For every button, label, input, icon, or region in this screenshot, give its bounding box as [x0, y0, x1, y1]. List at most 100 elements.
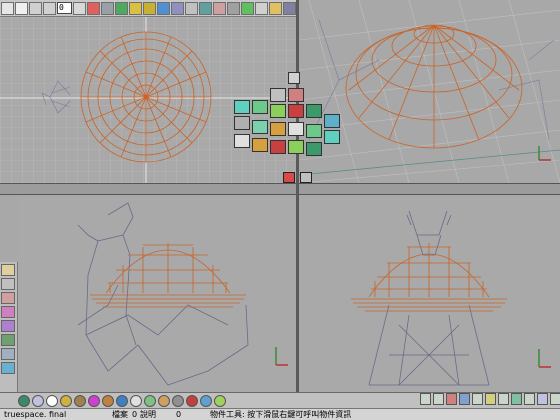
material-swatch-icon[interactable] — [1, 306, 15, 318]
render-tool-icon[interactable] — [255, 1, 268, 15]
file-value: 0 — [132, 410, 138, 419]
palette-button-object[interactable] — [288, 140, 304, 154]
move-tool-icon[interactable] — [143, 1, 156, 15]
palette-button-sphere[interactable] — [288, 88, 304, 102]
reflect-button[interactable] — [144, 394, 156, 407]
file-label: 檔案 — [112, 410, 128, 419]
globe-icon[interactable] — [511, 393, 522, 405]
palette-button-material[interactable] — [252, 138, 268, 152]
palette-button-wire[interactable] — [234, 134, 250, 148]
frame-icon[interactable] — [485, 393, 496, 405]
color-button[interactable] — [88, 394, 100, 407]
zoom-icon[interactable] — [446, 393, 457, 405]
palette-button-erase[interactable] — [288, 104, 304, 118]
viewport-toggle-button-left[interactable] — [283, 172, 295, 183]
horizontal-divider[interactable] — [0, 183, 560, 195]
end-frame-icon[interactable] — [87, 1, 100, 15]
help-icon[interactable] — [15, 1, 28, 15]
lamp-tool-icon[interactable] — [269, 1, 282, 15]
palette-button-deform[interactable] — [306, 124, 322, 138]
material-button[interactable] — [32, 394, 44, 407]
description-value: 0 — [176, 410, 182, 419]
creature-wireframe-side — [77, 202, 249, 386]
scissors-tool-icon[interactable] — [213, 1, 226, 15]
rotate-view-icon[interactable] — [459, 393, 470, 405]
object-tool-hint: 物件工具: 按下滑鼠右鍵可呼叫物件資訊 — [210, 410, 352, 419]
palette-button-rotate[interactable] — [306, 104, 322, 118]
eye-icon[interactable] — [498, 393, 509, 405]
tool-palette — [232, 72, 340, 156]
palette-button-grid[interactable] — [234, 116, 250, 130]
light-icon[interactable] — [1, 348, 15, 360]
camera-tool-icon[interactable] — [227, 1, 240, 15]
front-viewport[interactable] — [299, 195, 560, 392]
palette-button-light[interactable] — [234, 100, 250, 114]
palette-button-scale[interactable] — [324, 130, 340, 144]
settings-icon[interactable] — [550, 393, 560, 405]
viewport-toggle-button-right[interactable] — [300, 172, 312, 183]
wireframe-dome-top — [80, 31, 212, 163]
play-icon[interactable] — [29, 1, 42, 15]
palette-button-move[interactable] — [270, 104, 286, 118]
env-button[interactable] — [158, 394, 170, 407]
camera-button[interactable] — [200, 394, 212, 407]
hand-icon[interactable] — [433, 393, 444, 405]
front-view-canvas — [351, 210, 551, 386]
creature-wireframe-front — [368, 210, 490, 386]
paint-button[interactable] — [60, 394, 72, 407]
side-viewport[interactable] — [18, 195, 296, 392]
grid-icon[interactable] — [524, 393, 535, 405]
palette-button-cone[interactable] — [306, 142, 322, 156]
status-bar: truespace. final 檔案 0 說明 0 物件工具: 按下滑鼠右鍵可… — [0, 408, 560, 420]
shader-button[interactable] — [102, 394, 114, 407]
scale-tool-icon[interactable] — [171, 1, 184, 15]
wireframe-dome-front — [351, 243, 507, 312]
viewport-icon[interactable] — [1, 1, 14, 15]
texture-icon[interactable] — [1, 334, 15, 346]
scene-icon[interactable] — [1, 264, 15, 276]
wireframe-dome-perspective — [345, 24, 523, 149]
rewind-icon[interactable] — [43, 1, 56, 15]
pan-view-icon[interactable] — [472, 393, 483, 405]
left-tool-strip — [0, 262, 18, 392]
palette-button-tube[interactable] — [324, 114, 340, 128]
cube-tool-icon[interactable] — [115, 1, 128, 15]
palette-close-icon[interactable] — [288, 72, 300, 84]
walk-tool-icon[interactable] — [283, 1, 296, 15]
texture-button[interactable] — [74, 394, 86, 407]
scissors-icon[interactable] — [1, 292, 15, 304]
axis-gizmo-front — [538, 349, 551, 368]
light-tool-icon[interactable] — [241, 1, 254, 15]
fog-button[interactable] — [172, 394, 184, 407]
shine-button[interactable] — [46, 394, 58, 407]
wireframe-dome-side — [90, 243, 246, 308]
color-wheel-icon[interactable] — [1, 320, 15, 332]
main-toolbar: 0 — [0, 0, 296, 17]
palette-button-paint[interactable] — [270, 122, 286, 136]
perspective-icon[interactable] — [537, 393, 548, 405]
next-frame-icon[interactable] — [73, 1, 86, 15]
palette-button-bevel[interactable] — [252, 100, 268, 114]
palette-button-sweep[interactable] — [252, 120, 268, 134]
sphere-button[interactable] — [18, 394, 30, 407]
transparency-button[interactable] — [130, 394, 142, 407]
paint-tool-icon[interactable] — [129, 1, 142, 15]
palette-button-glue[interactable] — [270, 140, 286, 154]
grid-tool-icon[interactable] — [185, 1, 198, 15]
render-button[interactable] — [214, 394, 226, 407]
bottom-right-icons — [420, 393, 560, 405]
palette-button-cube[interactable] — [270, 88, 286, 102]
axis-gizmo-side — [275, 347, 288, 366]
link-icon[interactable] — [1, 278, 15, 290]
description-label: 說明 — [140, 410, 156, 419]
light-button[interactable] — [186, 394, 198, 407]
bump-button[interactable] — [116, 394, 128, 407]
axis-gizmo-perspective — [538, 146, 551, 161]
rotate-tool-icon[interactable] — [157, 1, 170, 15]
palette-button-lathe[interactable] — [288, 122, 304, 136]
pen-tool-icon[interactable] — [199, 1, 212, 15]
list-icon[interactable] — [101, 1, 114, 15]
pointer-icon[interactable] — [420, 393, 431, 405]
frame-field[interactable]: 0 — [57, 2, 72, 14]
render-icon[interactable] — [1, 362, 15, 374]
